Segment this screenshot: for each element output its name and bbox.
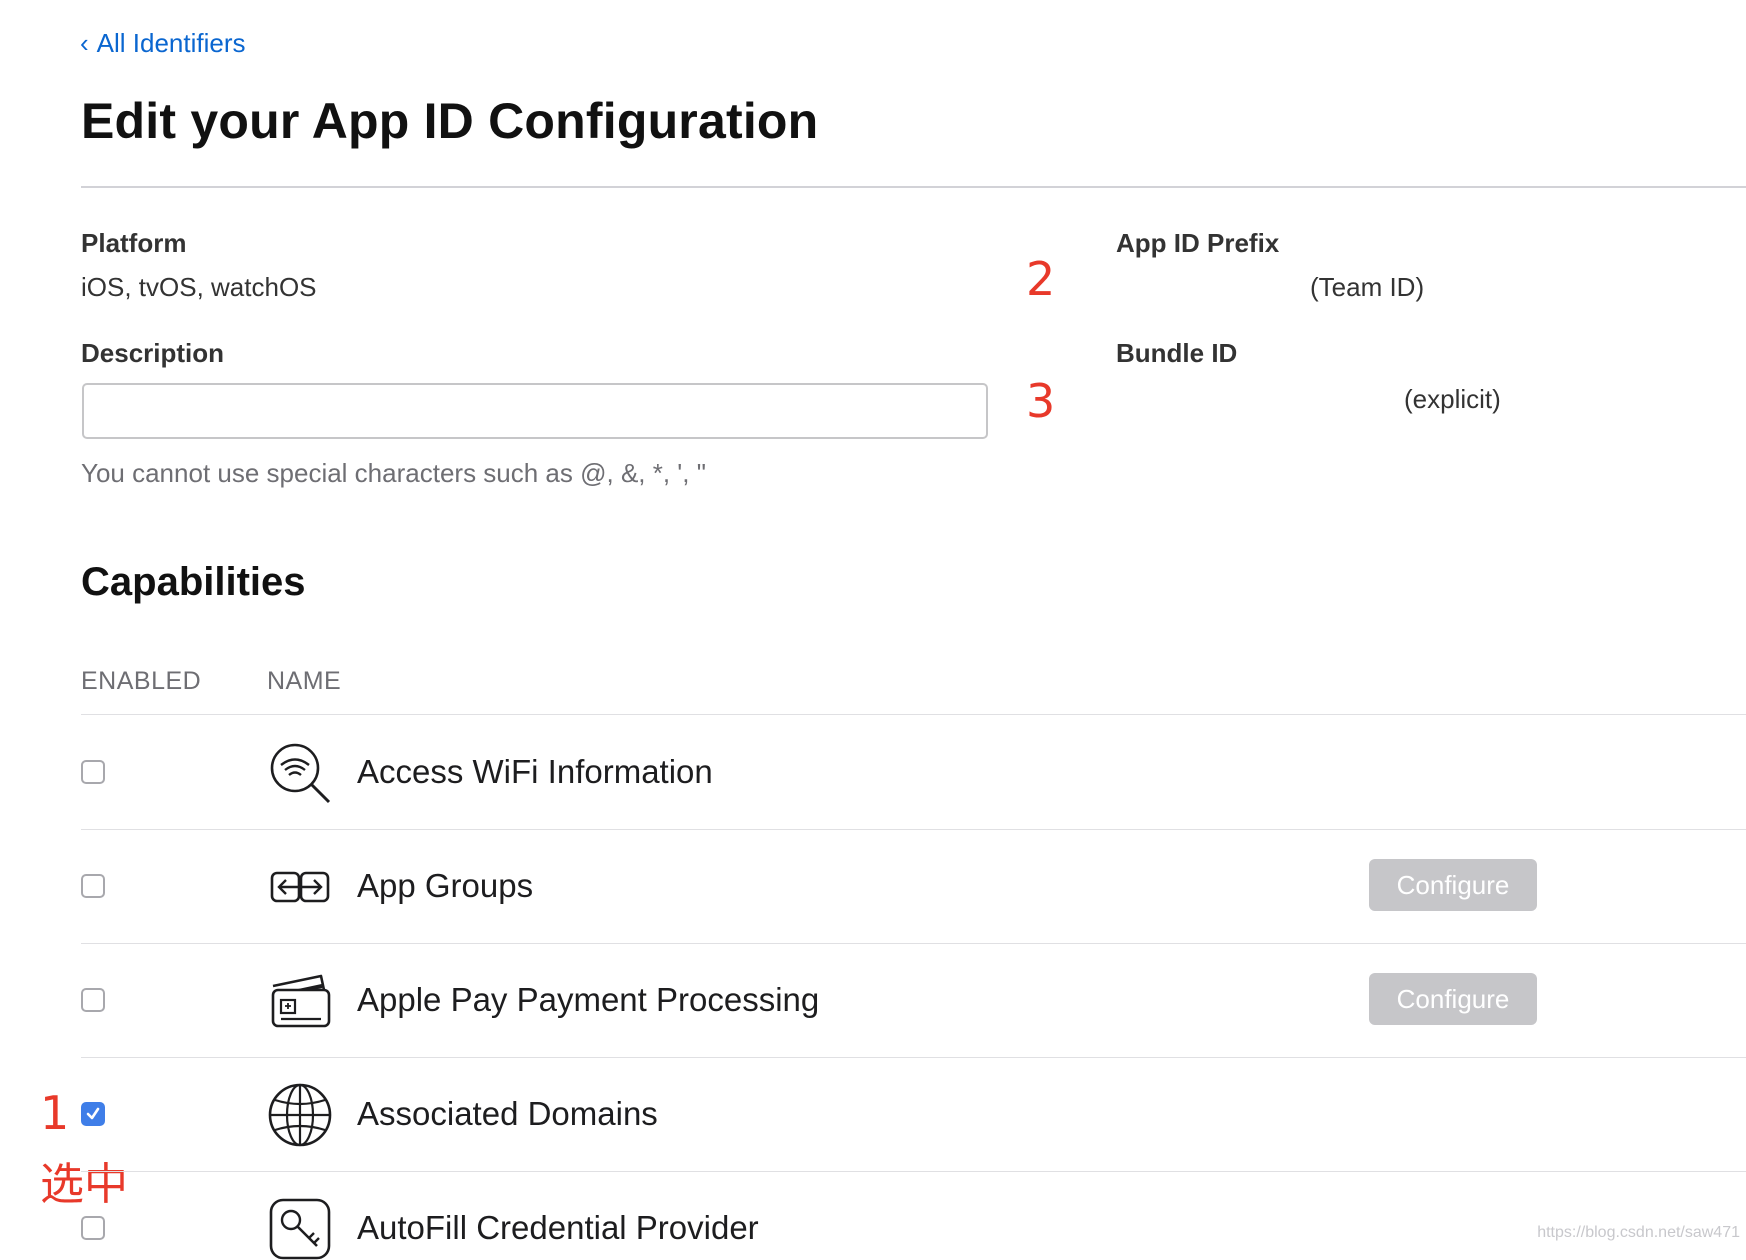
page-title: Edit your App ID Configuration <box>81 93 819 149</box>
capability-row-access-wifi: Access WiFi Information <box>81 715 1746 830</box>
title-divider <box>81 186 1746 188</box>
configure-button[interactable]: Configure <box>1369 859 1537 911</box>
chevron-left-icon: ‹ <box>80 28 89 58</box>
enabled-column-header: ENABLED <box>81 667 202 695</box>
description-hint: You cannot use special characters such a… <box>81 458 706 488</box>
name-column-header: NAME <box>267 667 342 695</box>
back-link-label: All Identifiers <box>96 28 246 58</box>
enabled-checkbox[interactable] <box>81 1216 105 1240</box>
annotation-1: 1 <box>40 1086 70 1140</box>
capability-name: AutoFill Credential Provider <box>357 1209 759 1246</box>
key-icon <box>269 1198 331 1260</box>
capability-name: Associated Domains <box>357 1095 658 1132</box>
platform-value: iOS, tvOS, watchOS <box>81 272 317 302</box>
app-id-config-page: ‹ All Identifiers Edit your App ID Config… <box>0 0 1746 1260</box>
app-id-prefix-label: App ID Prefix <box>1116 228 1280 258</box>
description-label: Description <box>81 338 225 368</box>
capability-row-associated-domains: Associated Domains <box>81 1057 1746 1172</box>
capability-row-autofill: AutoFill Credential Provider <box>81 1171 1746 1260</box>
wifi-search-icon <box>270 743 331 804</box>
enabled-checkbox-checked[interactable] <box>81 1102 105 1126</box>
platform-label: Platform <box>81 228 187 258</box>
enabled-checkbox[interactable] <box>81 760 105 784</box>
capability-name: Apple Pay Payment Processing <box>357 981 820 1018</box>
app-id-prefix-value: (Team ID) <box>1310 272 1425 302</box>
capability-row-apple-pay: Apple Pay Payment Processing Configure <box>81 943 1746 1058</box>
watermark: https://blog.csdn.net/saw471 <box>1537 1224 1740 1241</box>
app-groups-icon <box>270 871 330 903</box>
bundle-id-label: Bundle ID <box>1116 338 1238 368</box>
annotation-2: 2 <box>1026 252 1056 306</box>
bundle-id-value: (explicit) <box>1404 384 1501 414</box>
enabled-checkbox[interactable] <box>81 988 105 1012</box>
back-to-all-identifiers-link[interactable]: ‹ All Identifiers <box>80 28 246 59</box>
enabled-checkbox[interactable] <box>81 874 105 898</box>
payment-card-icon <box>271 974 331 1028</box>
globe-icon <box>268 1083 332 1147</box>
configure-button[interactable]: Configure <box>1369 973 1537 1025</box>
capabilities-title: Capabilities <box>81 560 306 604</box>
capability-row-app-groups: App Groups Configure <box>81 829 1746 944</box>
annotation-3: 3 <box>1026 374 1056 428</box>
description-input[interactable] <box>82 383 988 439</box>
checkmark-icon <box>86 1107 100 1120</box>
capability-name: Access WiFi Information <box>357 753 713 790</box>
capability-name: App Groups <box>357 867 534 904</box>
